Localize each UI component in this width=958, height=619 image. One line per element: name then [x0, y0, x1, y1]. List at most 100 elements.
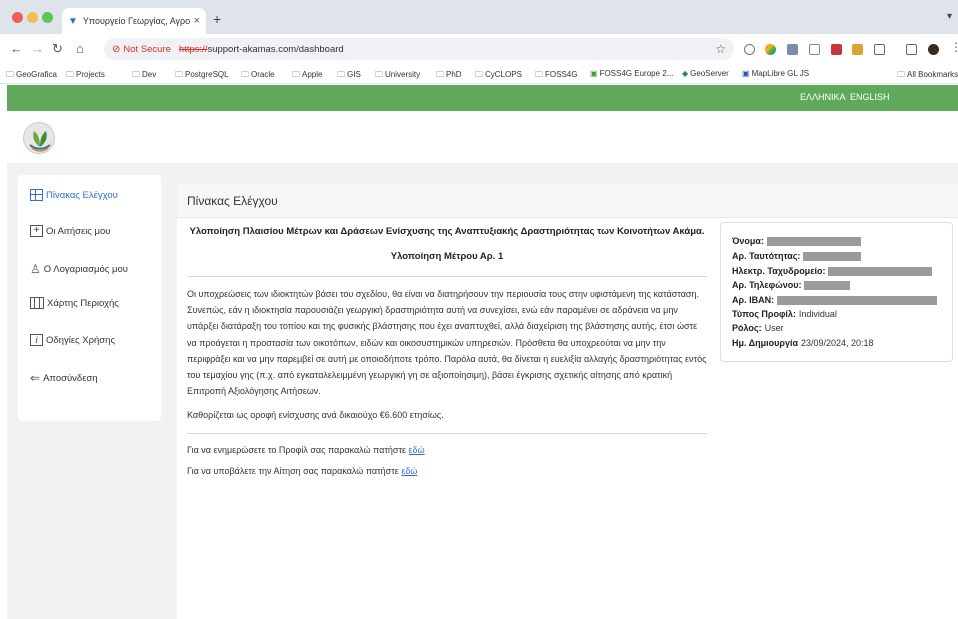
- folder-icon: 🗀: [535, 70, 543, 79]
- tab-title: Υπουργείο Γεωργίας, Αγροτι: [82, 16, 190, 26]
- bookmark-folder[interactable]: 🗀 University: [375, 69, 420, 83]
- bookmark-star-icon[interactable]: ☆: [715, 42, 726, 56]
- bookmark-folder[interactable]: 🗀 Dev: [132, 69, 156, 83]
- info-icon: i: [30, 334, 43, 346]
- extension-icon[interactable]: [809, 44, 820, 55]
- divider: [187, 276, 707, 277]
- bookmark-link[interactable]: ▣ MapLibre GL JS: [742, 69, 809, 78]
- back-arrow-icon[interactable]: ←: [10, 41, 23, 56]
- bookmark-folder[interactable]: 🗀 PostgreSQL: [175, 69, 229, 83]
- folder-icon: 🗀: [292, 70, 300, 79]
- forward-arrow-icon[interactable]: →: [31, 41, 44, 56]
- measure-heading: Υλοποίηση Μέτρου Αρ. 1: [390, 251, 504, 262]
- profile-id-row: Αρ. Ταυτότητας:: [732, 251, 862, 261]
- bookmark-folder[interactable]: 🗀 CyCLOPS: [475, 69, 522, 83]
- application-submit-link[interactable]: εδώ: [401, 466, 417, 476]
- bookmark-favicon-icon: ▣: [742, 69, 750, 78]
- divider: [187, 432, 707, 434]
- sidebar-item-account[interactable]: ♙ Ο Λογαριασμός μου: [30, 262, 128, 276]
- bookmark-folder[interactable]: 🗀 All Bookmarks: [897, 69, 958, 83]
- profile-created-row: Ημ. Δημιουργία 23/09/2024, 20:18: [732, 338, 874, 348]
- not-secure-label: Not Secure: [123, 43, 171, 55]
- profile-update-line: Για να ενημερώσετε το Προφίλ σας παρακαλ…: [187, 444, 425, 455]
- folder-icon: 🗀: [897, 70, 905, 79]
- sidebar-item-label: Οι Αιτήσεις μου: [46, 225, 111, 237]
- tab-close-icon[interactable]: ×: [194, 15, 200, 27]
- sidebar-item-logout[interactable]: ⇐ Αποσύνδεση: [30, 371, 98, 385]
- bookmark-folder[interactable]: 🗀 GIS: [337, 69, 361, 83]
- sidebar-item-label: Πίνακας Ελέγχου: [46, 189, 118, 201]
- profile-update-link[interactable]: εδώ: [409, 445, 425, 455]
- bookmark-folder[interactable]: 🗀 Oracle: [241, 69, 275, 83]
- extension-icon[interactable]: [852, 44, 863, 55]
- extension-icon[interactable]: [744, 44, 755, 55]
- favicon-icon: ▼: [68, 15, 78, 27]
- folder-icon: 🗀: [375, 70, 383, 79]
- menu-icon[interactable]: ⋮: [950, 40, 958, 54]
- new-tab-button[interactable]: +: [213, 11, 221, 27]
- minimize-window-button[interactable]: [27, 12, 38, 23]
- lang-greek-link[interactable]: ΕΛΛΗΝΙΚΑ: [800, 92, 846, 102]
- plus-square-icon: +: [30, 225, 43, 237]
- profile-email-row: Ηλεκτρ. Ταχυδρομείο:: [732, 266, 933, 276]
- main-content: Υλοποίηση Πλαισίου Μέτρων και Δράσεων Εν…: [187, 224, 707, 476]
- extension-icon[interactable]: [765, 44, 776, 55]
- panel-header: Πίνακας Ελέγχου: [177, 184, 958, 218]
- logo-area: [7, 111, 958, 161]
- site-logo[interactable]: [23, 122, 55, 154]
- user-icon: ♙: [30, 262, 41, 276]
- profile-phone-row: Αρ. Τηλεφώνου:: [732, 280, 851, 290]
- folder-icon: 🗀: [132, 70, 140, 79]
- bookmark-folder[interactable]: 🗀 Apple: [292, 69, 322, 83]
- redacted-value: [804, 280, 851, 290]
- extensions-puzzle-icon[interactable]: [874, 44, 885, 55]
- maximize-window-button[interactable]: [42, 12, 53, 23]
- bookmarks-bar: 🗀 GeoGrafica 🗀 Projects 🗀 Dev 🗀 PostgreSQL 🗀…: [0, 64, 958, 84]
- bookmark-folder[interactable]: 🗀 PhD: [436, 69, 462, 83]
- leaf-icon: [29, 131, 51, 152]
- folder-icon: 🗀: [436, 70, 444, 79]
- extension-icon[interactable]: [831, 44, 842, 55]
- bookmark-link[interactable]: ▣ FOSS4G Europe 2...: [590, 69, 673, 78]
- bookmark-folder[interactable]: 🗀 GeoGrafica: [6, 69, 57, 83]
- sidebar-item-dashboard[interactable]: Πίνακας Ελέγχου: [30, 189, 118, 201]
- browser-tab[interactable]: ▼ Υπουργείο Γεωργίας, Αγροτι ×: [62, 8, 206, 34]
- address-bar[interactable]: ⊘ Not Secure https://support-akamas.com/…: [104, 38, 734, 60]
- sidebar-item-map[interactable]: Χάρτης Περιοχής: [30, 297, 119, 309]
- redacted-value: [828, 266, 933, 276]
- folder-icon: 🗀: [241, 70, 249, 79]
- sidebar-item-label: Ο Λογαριασμός μου: [43, 263, 128, 275]
- folder-icon: 🗀: [66, 70, 74, 79]
- sidebar-item-applications[interactable]: + Οι Αιτήσεις μου: [30, 225, 110, 237]
- warning-icon: ⊘: [112, 43, 121, 55]
- program-heading: Υλοποίηση Πλαισίου Μέτρων και Δράσεων Εν…: [189, 226, 705, 237]
- url-scheme: https://: [178, 43, 208, 55]
- profile-type-row: Τύπος Προφίλ: Individual: [732, 309, 837, 319]
- reload-icon[interactable]: ↻: [52, 41, 63, 57]
- obligations-paragraph: Οι υποχρεώσεις των ιδιοκτητών βάσει του …: [187, 289, 707, 397]
- profile-info-card: Όνομα: Αρ. Ταυτότητας: Ηλεκτρ. Ταχυδρομε…: [720, 222, 953, 362]
- extension-icon[interactable]: [787, 44, 798, 55]
- sidebar-item-help[interactable]: i Οδηγίες Χρήσης: [30, 334, 115, 346]
- close-window-button[interactable]: [12, 12, 23, 23]
- side-panel-icon[interactable]: [906, 44, 917, 55]
- profile-iban-row: Αρ. IBAN:: [732, 295, 938, 305]
- home-icon[interactable]: ⌂: [76, 41, 84, 56]
- sidebar-item-label: Αποσύνδεση: [43, 372, 98, 384]
- bookmark-link[interactable]: ◆ GeoServer: [682, 69, 729, 78]
- redacted-value: [766, 236, 861, 246]
- dashboard-icon: [30, 189, 43, 201]
- lang-english-link[interactable]: ENGLISH: [850, 92, 890, 102]
- tab-list-chevron-icon[interactable]: ▾: [947, 11, 952, 22]
- sidebar-item-label: Χάρτης Περιοχής: [47, 297, 119, 309]
- redacted-value: [777, 295, 938, 305]
- funding-ceiling-text: Καθορίζεται ως οροφή ενίσχυσης ανά δικαι…: [187, 410, 444, 421]
- folder-icon: 🗀: [475, 70, 483, 79]
- map-icon: [30, 297, 44, 309]
- bookmark-folder[interactable]: 🗀 Projects: [66, 69, 105, 83]
- url-text: support-akamas.com/dashboard: [207, 43, 344, 55]
- logout-icon: ⇐: [30, 371, 41, 385]
- bookmark-folder[interactable]: 🗀 FOSS4G: [535, 69, 577, 83]
- dashboard-panel: Πίνακας Ελέγχου Υλοποίηση Πλαισίου Μέτρω…: [177, 184, 958, 619]
- profile-avatar[interactable]: [928, 44, 939, 55]
